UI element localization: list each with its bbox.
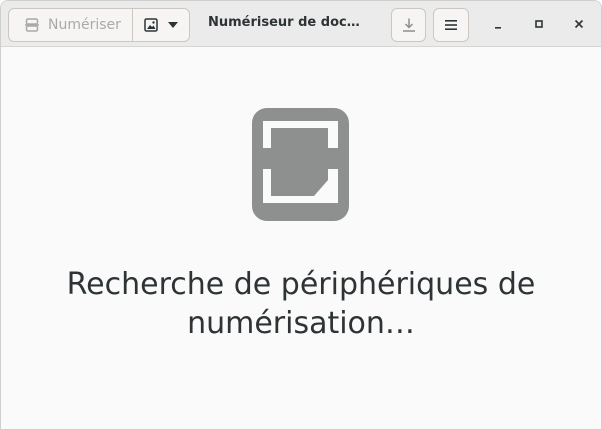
image-icon [144, 18, 158, 32]
scanner-device-icon [252, 108, 349, 225]
close-button[interactable] [567, 12, 591, 36]
minimize-button[interactable] [486, 12, 510, 36]
minimize-icon [495, 27, 501, 29]
status-message: Recherche de périphériques de numérisati… [66, 267, 536, 341]
document-type-dropdown[interactable] [132, 8, 190, 42]
chevron-down-icon [168, 22, 178, 28]
maximize-button[interactable] [527, 12, 551, 36]
hamburger-menu-icon [445, 20, 457, 30]
download-icon [402, 18, 415, 32]
save-button[interactable] [391, 8, 426, 42]
scan-button-label: Numériser [48, 17, 121, 33]
scan-button[interactable]: Numériser [8, 8, 133, 42]
close-icon [574, 19, 584, 29]
main-menu-button[interactable] [433, 8, 469, 42]
scanner-icon [25, 18, 39, 32]
header-bar: Numériser Numériseur de doc… [1, 1, 601, 47]
app-window: Numériser Numériseur de doc… Recherche d… [0, 0, 602, 430]
maximize-icon [535, 20, 543, 28]
window-title: Numériseur de doc… [208, 15, 360, 30]
